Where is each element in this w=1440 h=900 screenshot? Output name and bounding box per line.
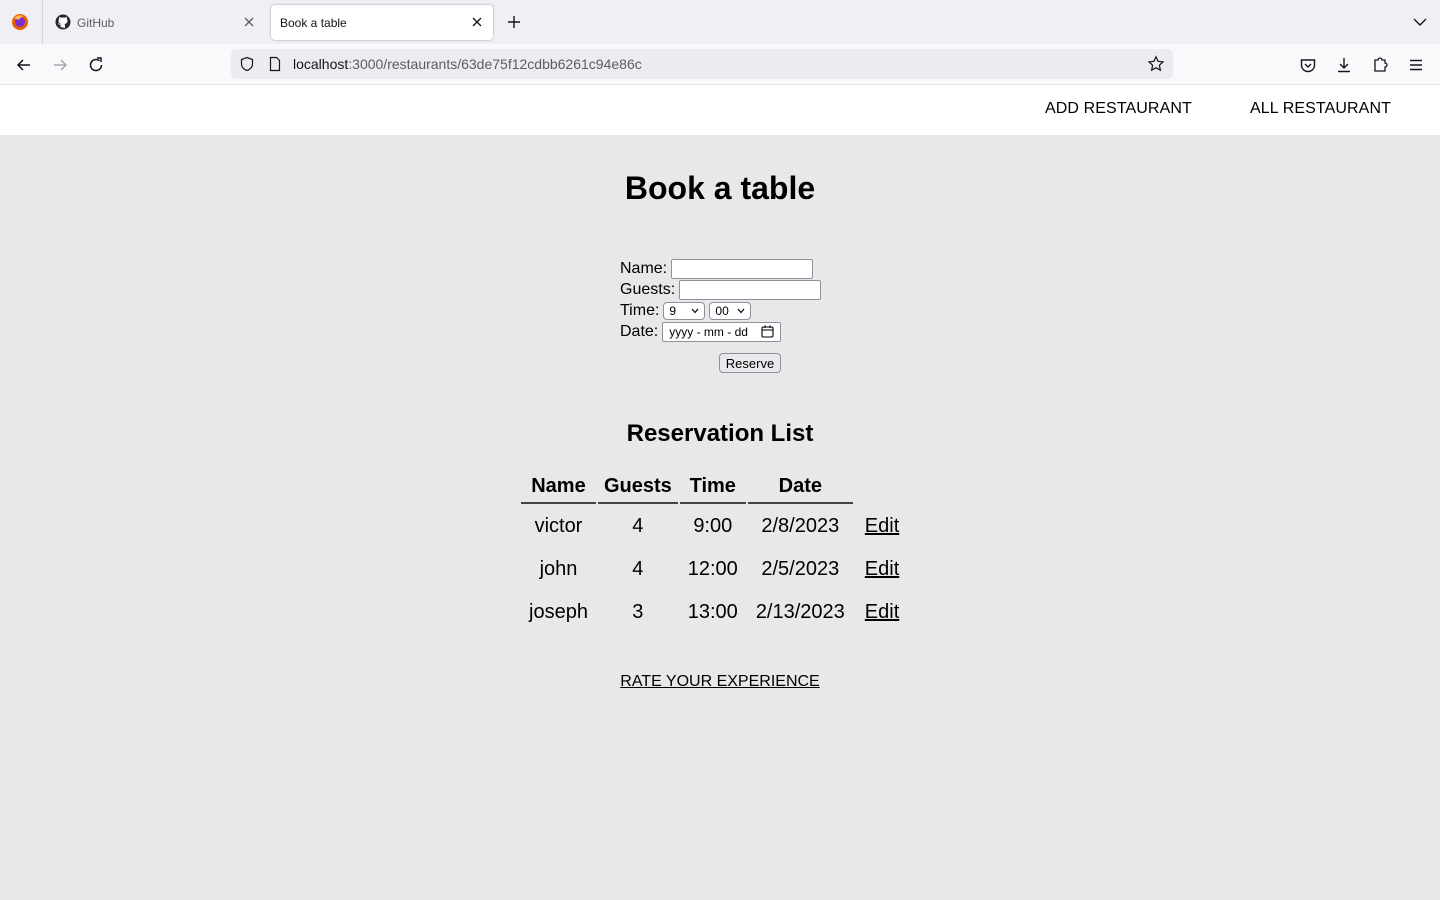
- date-label: Date:: [620, 322, 659, 340]
- date-row: Date: yyyy - mm - dd: [620, 321, 821, 342]
- site-navbar: ADD RESTAURANT ALL RESTAURANT: [0, 85, 1440, 135]
- edit-link[interactable]: Edit: [865, 558, 899, 580]
- chevron-down-icon: [737, 308, 745, 313]
- url-text[interactable]: localhost:3000/restaurants/63de75f12cdbb…: [293, 56, 642, 72]
- cell-guests: 3: [632, 601, 644, 623]
- reload-icon[interactable]: [86, 55, 106, 75]
- tab-separator: [42, 0, 43, 44]
- close-icon[interactable]: [469, 14, 485, 30]
- reservation-table: Name Guests Time Date victor 4 9:00 2/8/…: [519, 470, 909, 635]
- column-header-guests: Guests: [597, 472, 678, 504]
- address-bar[interactable]: localhost:3000/restaurants/63de75f12cdbb…: [231, 49, 1173, 79]
- browser-tab-bar: GitHub Book a table: [0, 0, 1440, 44]
- reservation-form: Name: Guests: Time: 9 00 Date: yyyy - mm…: [620, 258, 822, 342]
- download-icon[interactable]: [1334, 55, 1354, 75]
- new-tab-plus-icon[interactable]: [504, 12, 524, 32]
- cell-action: Edit: [855, 549, 907, 590]
- date-placeholder: yyyy - mm - dd: [669, 324, 748, 339]
- guests-input[interactable]: [679, 279, 822, 300]
- column-header-name: Name: [521, 472, 596, 504]
- hour-select-value: 9: [669, 303, 677, 318]
- time-label: Time:: [620, 301, 660, 319]
- table-row: victor 4 9:00 2/8/2023 Edit: [521, 506, 907, 547]
- cell-date: 2/13/2023: [755, 601, 845, 623]
- cell-time: 13:00: [687, 601, 738, 623]
- time-row: Time: 9 00: [620, 300, 821, 321]
- close-icon[interactable]: [241, 14, 257, 30]
- star-icon[interactable]: [1147, 55, 1165, 73]
- cell-time: 9:00: [693, 515, 733, 537]
- github-icon: [55, 14, 71, 30]
- nav-add-restaurant-link[interactable]: ADD RESTAURANT: [1045, 100, 1192, 118]
- page-title: Book a table: [624, 170, 816, 206]
- name-row: Name:: [620, 258, 821, 279]
- table-header-row: Name Guests Time Date: [521, 472, 907, 504]
- tab-book-a-table[interactable]: Book a table: [271, 5, 493, 40]
- cell-action: Edit: [855, 592, 907, 633]
- nav-all-restaurant-link[interactable]: ALL RESTAURANT: [1250, 100, 1391, 118]
- rate-experience-container: RATE YOUR EXPERIENCE: [0, 673, 1440, 691]
- cell-guests: 4: [632, 515, 644, 537]
- minute-select[interactable]: 00: [709, 301, 752, 320]
- cell-name: john: [539, 558, 578, 580]
- browser-toolbar: localhost:3000/restaurants/63de75f12cdbb…: [0, 44, 1440, 85]
- pocket-icon[interactable]: [1298, 55, 1318, 75]
- tab-title: GitHub: [77, 16, 115, 30]
- tab-title: Book a table: [280, 16, 347, 30]
- edit-link[interactable]: Edit: [865, 515, 899, 537]
- column-header-date: Date: [747, 472, 853, 504]
- reservation-list-title: Reservation List: [626, 420, 814, 447]
- chevron-down-icon[interactable]: [1410, 12, 1430, 32]
- cell-name: joseph: [529, 601, 588, 623]
- firefox-icon[interactable]: [10, 12, 30, 32]
- forward-arrow-icon[interactable]: [50, 55, 70, 75]
- back-arrow-icon[interactable]: [14, 55, 34, 75]
- cell-time: 12:00: [687, 558, 738, 580]
- name-label: Name:: [620, 259, 668, 277]
- cell-date: 2/8/2023: [761, 515, 840, 537]
- tab-github[interactable]: GitHub: [47, 5, 265, 40]
- name-input[interactable]: [671, 258, 814, 279]
- date-input[interactable]: yyyy - mm - dd: [662, 321, 782, 342]
- rate-experience-link[interactable]: RATE YOUR EXPERIENCE: [620, 673, 819, 690]
- cell-name: victor: [534, 515, 583, 537]
- table-row: john 4 12:00 2/5/2023 Edit: [521, 549, 907, 590]
- column-header-time: Time: [679, 472, 746, 504]
- menu-icon[interactable]: [1406, 55, 1426, 75]
- reserve-button[interactable]: Reserve: [719, 353, 781, 373]
- page-icon[interactable]: [267, 56, 283, 72]
- cell-action: Edit: [855, 506, 907, 547]
- chevron-down-icon: [691, 308, 699, 313]
- cell-guests: 4: [632, 558, 644, 580]
- table-row: joseph 3 13:00 2/13/2023 Edit: [521, 592, 907, 633]
- hour-select[interactable]: 9: [663, 301, 706, 320]
- edit-link[interactable]: Edit: [865, 601, 899, 623]
- guests-label: Guests:: [620, 280, 676, 298]
- guests-row: Guests:: [620, 279, 822, 300]
- calendar-icon[interactable]: [761, 325, 774, 338]
- extensions-icon[interactable]: [1370, 55, 1390, 75]
- shield-icon[interactable]: [239, 56, 255, 72]
- minute-select-value: 00: [715, 303, 729, 318]
- cell-date: 2/5/2023: [761, 558, 840, 580]
